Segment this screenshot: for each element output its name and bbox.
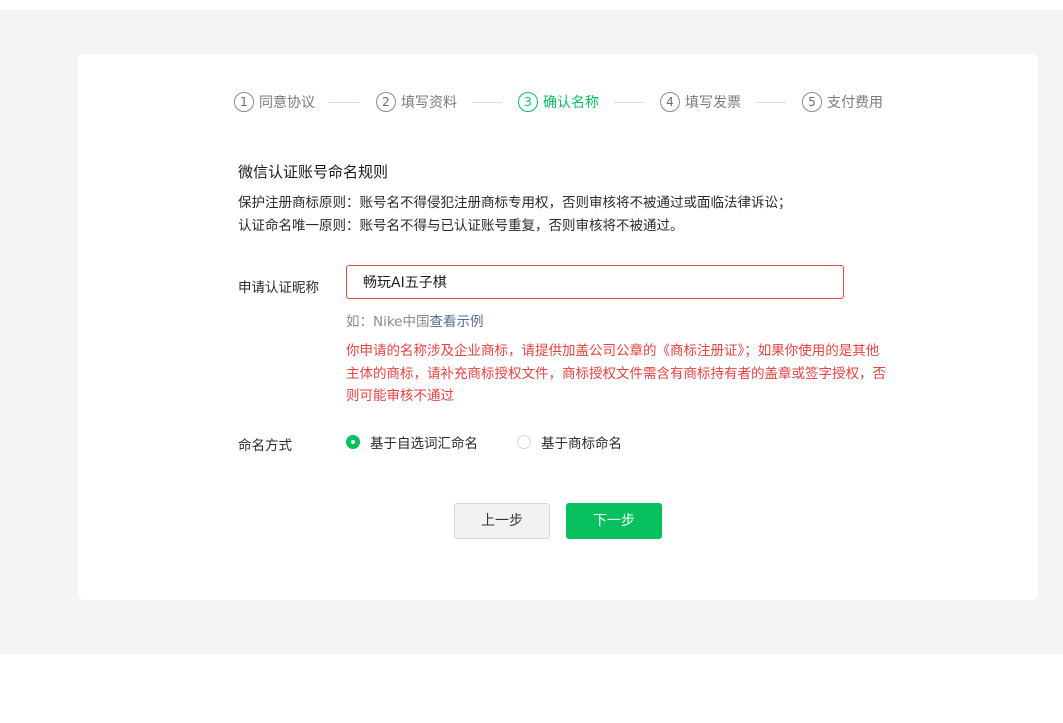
step-number: 2 xyxy=(376,92,396,112)
radio-checked-icon[interactable] xyxy=(346,435,360,449)
step-indicator: 1 同意协议 2 填写资料 3 确认名称 4 填写发票 5 支付费用 xyxy=(234,90,894,114)
step-divider xyxy=(756,102,786,103)
view-example-link[interactable]: 查看示例 xyxy=(430,314,484,330)
nickname-hint: 如：Nike中国查看示例 xyxy=(346,310,484,330)
step-invoice: 4 填写发票 xyxy=(660,90,741,114)
radio-trademark[interactable]: 基于商标命名 xyxy=(517,432,622,452)
page-background: 1 同意协议 2 填写资料 3 确认名称 4 填写发票 5 支付费用 微信认证账… xyxy=(0,10,1063,654)
step-label: 填写发票 xyxy=(685,95,741,111)
next-step-button[interactable]: 下一步 xyxy=(566,503,662,539)
radio-label: 基于自选词汇命名 xyxy=(370,436,478,452)
step-divider xyxy=(329,102,359,103)
naming-mode-label: 命名方式 xyxy=(238,438,292,454)
hint-example-text: 如：Nike中国 xyxy=(346,314,430,330)
step-payment: 5 支付费用 xyxy=(802,90,883,114)
unique-name-rule: 认证命名唯一原则：账号名不得与已认证账号重复，否则审核将不被通过。 xyxy=(238,218,684,234)
previous-step-button[interactable]: 上一步 xyxy=(454,503,550,539)
radio-label: 基于商标命名 xyxy=(541,436,622,452)
trademark-error-message: 你申请的名称涉及企业商标，请提供加盖公司公章的《商标注册证》；如果你使用的是其他… xyxy=(346,343,886,404)
step-number: 3 xyxy=(518,92,538,112)
nickname-label: 申请认证昵称 xyxy=(238,280,319,296)
step-number: 4 xyxy=(660,92,680,112)
step-confirm-name: 3 确认名称 xyxy=(518,90,599,114)
step-agree: 1 同意协议 xyxy=(234,90,315,114)
step-divider xyxy=(472,102,502,103)
step-label: 确认名称 xyxy=(543,95,599,111)
step-divider xyxy=(614,102,644,103)
radio-custom-words[interactable]: 基于自选词汇命名 xyxy=(346,432,478,452)
top-strip xyxy=(0,0,1063,10)
step-label: 同意协议 xyxy=(259,95,315,111)
trademark-rule: 保护注册商标原则：账号名不得侵犯注册商标专用权，否则审核将不被通过或面临法律诉讼… xyxy=(238,195,792,211)
radio-unchecked-icon[interactable] xyxy=(517,435,531,449)
content-card: 1 同意协议 2 填写资料 3 确认名称 4 填写发票 5 支付费用 微信认证账… xyxy=(78,54,1038,600)
step-number: 1 xyxy=(234,92,254,112)
step-number: 5 xyxy=(802,92,822,112)
step-label: 填写资料 xyxy=(401,95,457,111)
step-label: 支付费用 xyxy=(827,95,883,111)
step-fill-info: 2 填写资料 xyxy=(376,90,457,114)
nickname-input[interactable] xyxy=(346,265,844,299)
naming-rules-title: 微信认证账号命名规则 xyxy=(238,163,389,181)
